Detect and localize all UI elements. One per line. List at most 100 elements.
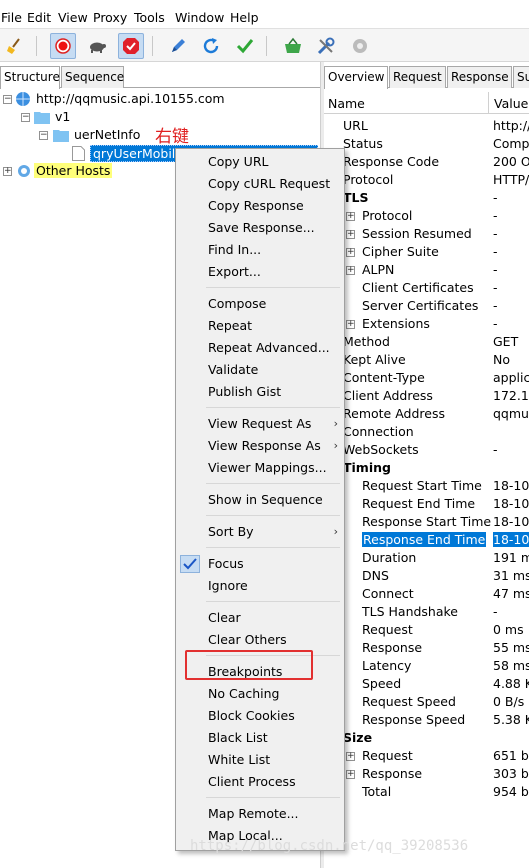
property-row[interactable]: DNS 31 ms [324,568,529,586]
menu-item-white-list[interactable]: White List [176,749,344,771]
broom-clear-icon[interactable] [3,33,29,59]
tab-request[interactable]: Request [389,66,446,88]
menu-item-repeat[interactable]: Repeat [176,315,344,337]
property-row[interactable]: URL http:// [324,118,529,136]
property-row[interactable]: Connect 47 ms [324,586,529,604]
menu-item-focus[interactable]: Focus [176,553,344,575]
property-row[interactable]: Content-Type applic [324,370,529,388]
menu-item-copy-curl-request[interactable]: Copy cURL Request [176,173,344,195]
expand-icon[interactable]: + [346,770,355,779]
property-row[interactable]: Connection [324,424,529,442]
menu-proxy[interactable]: Proxy [93,10,127,25]
menu-item-validate[interactable]: Validate [176,359,344,381]
menu-item-publish-gist[interactable]: Publish Gist [176,381,344,403]
menu-item-breakpoints[interactable]: Breakpoints [176,650,344,683]
menu-item-viewer-mappings[interactable]: Viewer Mappings... [176,457,344,479]
menu-item-map-remote[interactable]: Map Remote... [176,803,344,825]
collapse-icon[interactable]: − [39,131,48,140]
property-row[interactable]: Request 0 ms [324,622,529,640]
menu-item-copy-url[interactable]: Copy URL [176,151,344,173]
menu-item-repeat-advanced[interactable]: Repeat Advanced... [176,337,344,359]
menu-window[interactable]: Window [175,10,224,25]
property-row[interactable]: + Response 303 by [324,766,529,784]
menu-item-export[interactable]: Export... [176,261,344,283]
property-row[interactable]: Total 954 by [324,784,529,802]
property-row[interactable]: Latency 58 ms [324,658,529,676]
property-row[interactable]: Response Start Time18-10- [324,514,529,532]
property-row[interactable]: Response Code 200 O [324,154,529,172]
tab-sequence[interactable]: Sequence [61,66,124,88]
tab-summary[interactable]: Su [513,66,529,88]
expand-icon[interactable]: + [3,167,12,176]
menu-item-find-in[interactable]: Find In... [176,239,344,261]
menu-item-sort-by[interactable]: Sort By › [176,521,344,543]
property-row[interactable]: Kept Alive No [324,352,529,370]
menu-file[interactable]: File [1,10,22,25]
menu-item-view-request-as[interactable]: View Request As › [176,413,344,435]
menu-item-compose[interactable]: Compose [176,293,344,315]
property-row[interactable]: + Request 651 by [324,748,529,766]
menu-item-black-list[interactable]: Black List [176,727,344,749]
repeat-refresh-icon[interactable] [198,33,224,59]
validate-check-icon[interactable] [232,33,258,59]
property-row[interactable]: Client Certificates - [324,280,529,298]
property-row[interactable]: Server Certificates - [324,298,529,316]
col-name-header[interactable]: Name [328,96,365,111]
menu-item-copy-response[interactable]: Copy Response [176,195,344,217]
expand-icon[interactable]: + [346,320,355,329]
property-row[interactable]: Client Address 172.16 [324,388,529,406]
collapse-icon[interactable]: − [21,113,30,122]
property-row[interactable]: Response Speed 5.38 K [324,712,529,730]
expand-icon[interactable]: + [346,248,355,257]
tools-icon[interactable] [313,33,339,59]
compose-pen-icon[interactable] [165,33,191,59]
property-row[interactable]: Method GET [324,334,529,352]
property-row[interactable]: Request End Time 18-10- [324,496,529,514]
menu-edit[interactable]: Edit [27,10,51,25]
menu-view[interactable]: View [58,10,88,25]
menu-help[interactable]: Help [230,10,259,25]
tab-response[interactable]: Response [447,66,512,88]
property-row[interactable]: TLS Handshake - [324,604,529,622]
breakpoints-toggle-icon[interactable] [118,33,144,59]
property-row[interactable]: + Extensions - [324,316,529,334]
property-row[interactable]: Status Comp [324,136,529,154]
property-row[interactable]: Duration 191 m [324,550,529,568]
menu-item-clear[interactable]: Clear [176,607,344,629]
menu-item-view-response-as[interactable]: View Response As › [176,435,344,457]
property-row[interactable]: + Cipher Suite - [324,244,529,262]
expand-icon[interactable]: + [346,212,355,221]
basket-icon[interactable] [280,33,306,59]
collapse-icon[interactable]: − [3,95,12,104]
property-row[interactable]: + Session Resumed - [324,226,529,244]
menu-item-client-process[interactable]: Client Process [176,771,344,793]
expand-icon[interactable]: + [346,266,355,275]
menu-item-show-in-sequence[interactable]: Show in Sequence [176,489,344,511]
property-row[interactable]: + Protocol - [324,208,529,226]
property-row[interactable]: TLS - [324,190,529,208]
property-row[interactable]: + ALPN - [324,262,529,280]
property-row[interactable]: Protocol HTTP/ [324,172,529,190]
menu-item-no-caching[interactable]: No Caching [176,683,344,705]
expand-icon[interactable]: + [346,230,355,239]
settings-gear-icon[interactable] [347,33,373,59]
menu-item-ignore[interactable]: Ignore [176,575,344,597]
record-icon[interactable] [50,33,76,59]
expand-icon[interactable]: + [346,752,355,761]
property-row[interactable]: Request Speed 0 B/s [324,694,529,712]
property-row[interactable]: Speed 4.88 K [324,676,529,694]
menu-item-save-response[interactable]: Save Response... [176,217,344,239]
menu-item-clear-others[interactable]: Clear Others [176,629,344,651]
col-value-header[interactable]: Value [494,96,528,111]
throttle-turtle-icon[interactable] [84,33,110,59]
menu-tools[interactable]: Tools [134,10,165,25]
menu-item-block-cookies[interactable]: Block Cookies [176,705,344,727]
property-row[interactable]: Response End Time 18-10- [324,532,529,550]
property-row[interactable]: Request Start Time 18-10- [324,478,529,496]
property-row[interactable]: Timing [324,460,529,478]
tab-structure[interactable]: Structure [0,66,60,89]
tab-overview[interactable]: Overview [324,66,388,89]
property-row[interactable]: Response 55 ms [324,640,529,658]
property-row[interactable]: Size [324,730,529,748]
property-row[interactable]: WebSockets - [324,442,529,460]
